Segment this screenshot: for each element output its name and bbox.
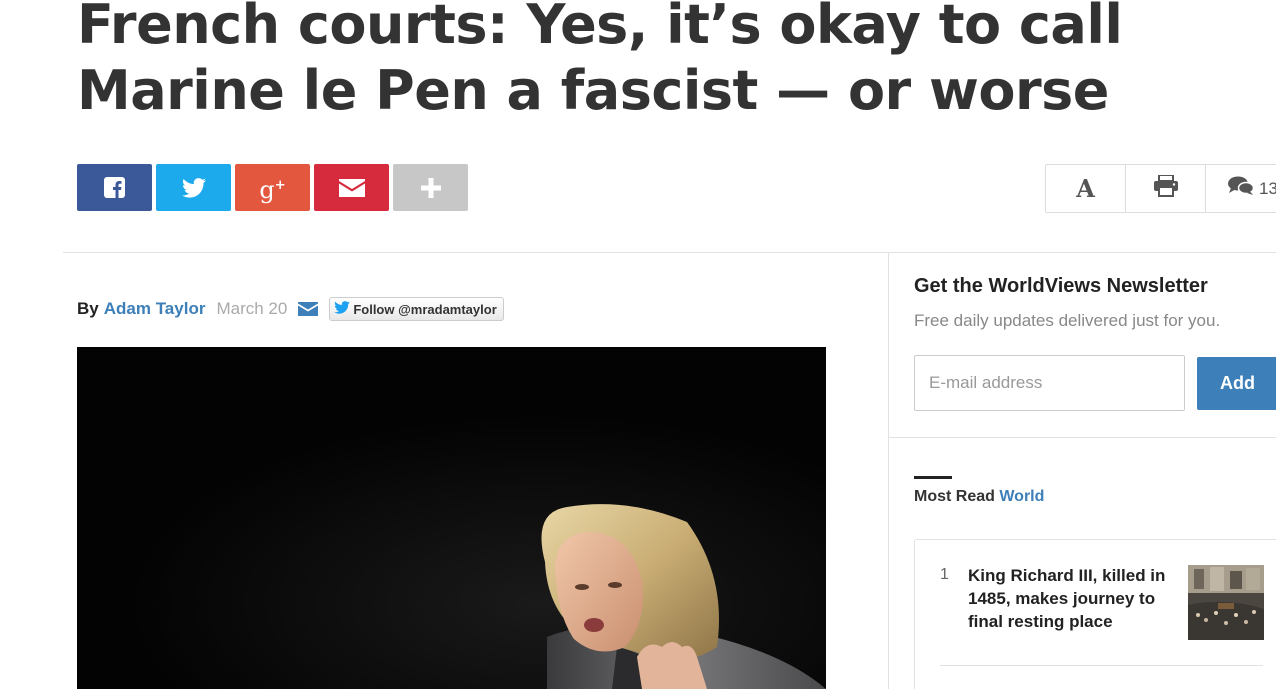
- share-more-button[interactable]: [393, 164, 468, 211]
- most-read-item[interactable]: 1 King Richard III, killed in 1485, make…: [915, 540, 1276, 689]
- most-read-accent-rule: [914, 476, 952, 479]
- comments-count: 13: [1259, 178, 1276, 198]
- article-headline: French courts: Yes, it’s okay to call Ma…: [77, 0, 1123, 122]
- byline-by-label: By: [77, 299, 99, 318]
- byline: By Adam Taylor March 20 Follow @mradamta…: [77, 296, 504, 322]
- marine-le-pen-photo: [77, 347, 826, 689]
- follow-label: Follow @mradamtaylor: [353, 301, 497, 317]
- newsletter-email-input[interactable]: [914, 355, 1185, 411]
- newsletter-add-button[interactable]: Add: [1197, 357, 1276, 410]
- author-link[interactable]: Adam Taylor: [104, 299, 206, 319]
- most-read-rank: 1: [940, 566, 949, 583]
- comments-button[interactable]: 13: [1206, 165, 1276, 212]
- procession-thumbnail[interactable]: [1188, 565, 1264, 640]
- sidebar-divider: [888, 253, 889, 689]
- publish-date: March 20: [216, 299, 288, 318]
- share-email-button[interactable]: [314, 164, 389, 211]
- most-read-list: 1 King Richard III, killed in 1485, make…: [914, 539, 1276, 689]
- share-facebook-button[interactable]: [77, 164, 152, 211]
- share-google-plus-button[interactable]: g+: [235, 164, 310, 211]
- share-bar: g+: [77, 164, 468, 211]
- most-read-title[interactable]: King Richard III, killed in 1485, makes …: [968, 564, 1180, 633]
- printer-icon: [1153, 174, 1178, 202]
- plus-icon: [420, 177, 441, 198]
- print-button[interactable]: [1126, 165, 1206, 212]
- email-author-icon[interactable]: [298, 302, 319, 316]
- most-read-section-link[interactable]: World: [999, 488, 1044, 505]
- most-read-label: Most Read: [914, 488, 995, 505]
- facebook-icon: [104, 177, 125, 198]
- speech-bubbles-icon: [1228, 176, 1255, 201]
- article-page: French courts: Yes, it’s okay to call Ma…: [0, 0, 1276, 689]
- envelope-icon: [338, 178, 365, 197]
- share-twitter-button[interactable]: [156, 164, 231, 211]
- newsletter-subtitle: Free daily updates delivered just for yo…: [914, 311, 1221, 330]
- most-read-heading: Most Read World: [914, 488, 1044, 506]
- font-size-button[interactable]: A: [1046, 165, 1126, 212]
- twitter-follow-button[interactable]: Follow @mradamtaylor: [329, 297, 504, 321]
- google-plus-icon: g+: [259, 175, 286, 204]
- header-divider: [63, 252, 1276, 253]
- twitter-bird-icon: [334, 301, 351, 317]
- most-read-separator: [940, 665, 1263, 666]
- hero-image: [77, 347, 826, 689]
- sidebar-section-divider: [889, 437, 1276, 438]
- article-tools-bar: A 13: [1045, 164, 1276, 213]
- twitter-icon: [181, 177, 206, 198]
- font-size-icon: A: [1076, 174, 1095, 203]
- newsletter-title: Get the WorldViews Newsletter: [914, 275, 1208, 297]
